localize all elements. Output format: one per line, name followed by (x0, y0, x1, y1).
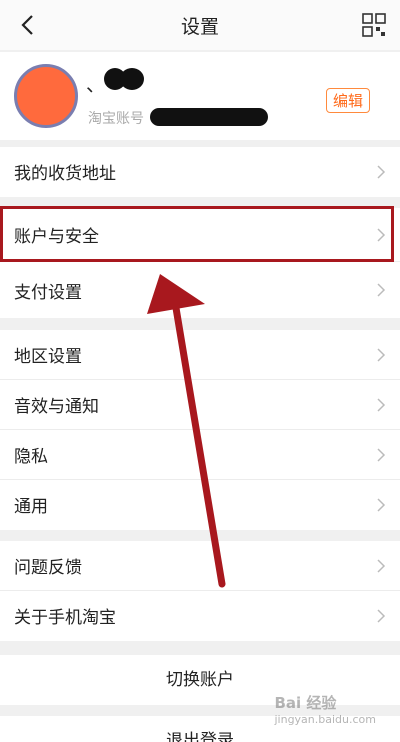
chevron-right-icon (377, 609, 386, 623)
settings-section-account: 账户与安全 支付设置 (0, 208, 400, 318)
username-redaction (120, 68, 144, 90)
avatar[interactable] (14, 64, 78, 128)
chevron-right-icon (377, 348, 386, 362)
chevron-right-icon (377, 228, 386, 242)
account-id-redaction (150, 108, 268, 126)
username: 、 (86, 74, 106, 96)
settings-item-account-security[interactable]: 账户与安全 (0, 208, 400, 262)
settings-item-payment[interactable]: 支付设置 (0, 262, 400, 318)
edit-profile-button[interactable]: 编辑 (325, 88, 370, 113)
profile-card[interactable]: 、 编辑 (0, 52, 400, 140)
settings-item-sound-notifications[interactable]: 音效与通知 (0, 380, 400, 430)
page-title: 设置 (180, 16, 219, 38)
settings-item-label: 音效与通知 (14, 397, 99, 417)
top-navbar: 设置 (0, 0, 400, 50)
settings-item-address[interactable]: 我的收货地址 (0, 147, 400, 197)
watermark-main: Bai 经验 (274, 694, 337, 712)
chevron-right-icon (377, 559, 386, 573)
account-label: 淘宝账号 (88, 111, 144, 127)
settings-item-label: 账户与安全 (14, 227, 99, 247)
settings-item-general[interactable]: 通用 (0, 480, 400, 530)
chevron-right-icon (377, 165, 386, 179)
settings-item-feedback[interactable]: 问题反馈 (0, 541, 400, 591)
chevron-right-icon (377, 283, 386, 297)
chevron-right-icon (377, 498, 386, 512)
settings-section-about: 问题反馈 关于手机淘宝 (0, 541, 400, 641)
watermark-sub: jingyan.baidu.com (274, 713, 376, 726)
settings-section-address: 我的收货地址 (0, 147, 400, 197)
settings-item-region[interactable]: 地区设置 (0, 330, 400, 380)
settings-item-label: 地区设置 (14, 347, 82, 367)
settings-section-general: 地区设置 音效与通知 隐私 通用 (0, 330, 400, 530)
settings-item-label: 通用 (14, 497, 48, 517)
chevron-right-icon (377, 398, 386, 412)
settings-item-label: 隐私 (14, 447, 48, 467)
grid-menu-icon[interactable] (362, 13, 386, 37)
settings-item-label: 支付设置 (14, 283, 82, 303)
settings-item-label: 关于手机淘宝 (14, 608, 116, 628)
settings-item-label: 问题反馈 (14, 558, 82, 578)
settings-item-privacy[interactable]: 隐私 (0, 430, 400, 480)
chevron-right-icon (377, 448, 386, 462)
watermark: Bai 经验 jingyan.baidu.com (274, 692, 376, 726)
settings-item-label: 我的收货地址 (14, 164, 116, 184)
settings-item-about[interactable]: 关于手机淘宝 (0, 591, 400, 641)
